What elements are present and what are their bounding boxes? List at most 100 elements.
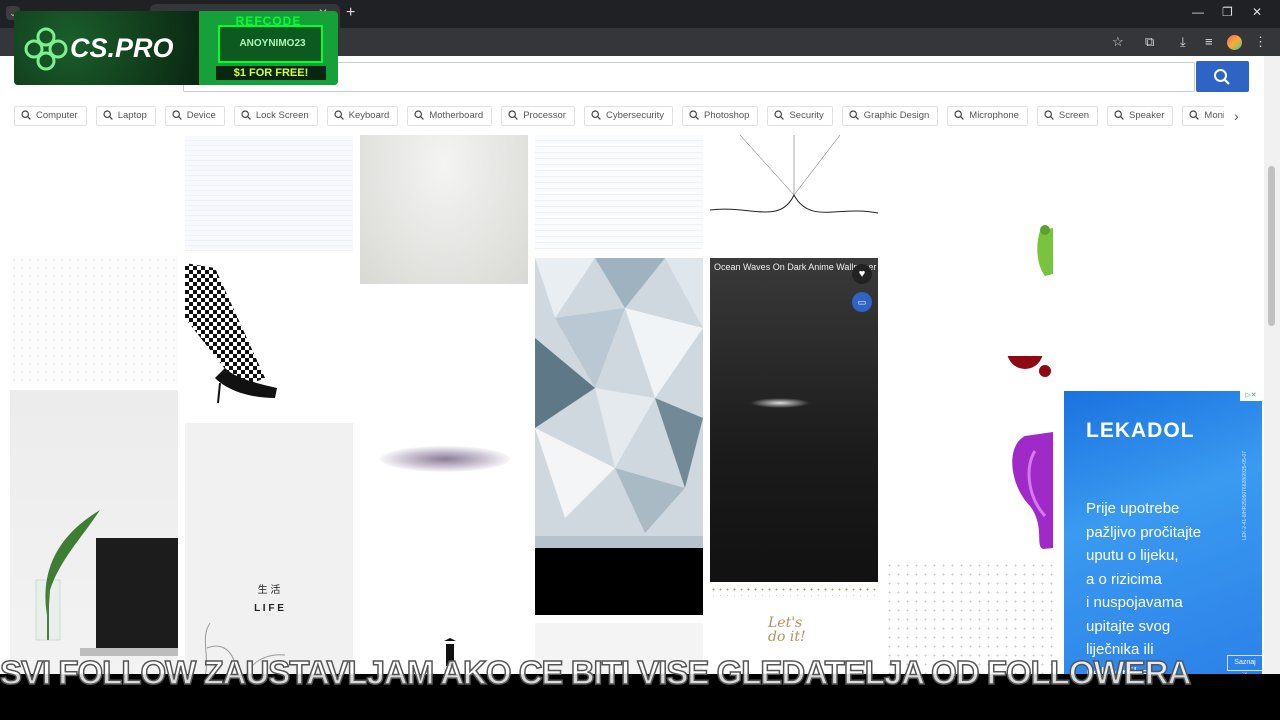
close-window-button[interactable]: ✕: [1252, 5, 1262, 19]
search-icon: [1214, 69, 1230, 85]
ad-line: pažljivo pročitajte: [1086, 523, 1202, 541]
wallpaper-card[interactable]: [10, 136, 178, 251]
search-icon: [954, 110, 965, 120]
checkered-legs-image: [185, 263, 277, 404]
category-chip[interactable]: Speaker: [1107, 106, 1174, 126]
wallpaper-card[interactable]: [885, 356, 1053, 586]
search-icon: [1114, 110, 1124, 120]
chip-label: Device: [186, 110, 216, 121]
ad-line: uputu o lijeku,: [1086, 547, 1179, 564]
search-icon: [21, 110, 31, 120]
ticker-text: SVI FOLLOW ZAUSTAVLJAM AKO CE BITI VISE …: [0, 653, 1192, 690]
ad-line: upitajte svog: [1086, 617, 1171, 635]
ad-line: i nuspojavama: [1086, 594, 1183, 611]
chip-label: Keyboard: [348, 110, 390, 121]
wallpaper-card[interactable]: [10, 256, 178, 384]
new-tab-button[interactable]: +: [346, 4, 355, 22]
chip-label: Monitor: [1204, 110, 1224, 121]
promo-banner[interactable]: CS.PRO REFCODE ANOYNIMO23 $1 FOR FREE!: [14, 11, 338, 85]
scrollbar-thumb[interactable]: [1268, 166, 1275, 326]
paint-splatter-image: [1007, 356, 1053, 549]
wallpaper-card[interactable]: [535, 135, 703, 249]
clover-icon: [24, 27, 68, 71]
search-icon: [334, 110, 344, 120]
stream-ticker: SVI FOLLOW ZAUSTAVLJAM AKO CE BITI VISE …: [0, 650, 1280, 690]
wallpaper-card[interactable]: [535, 258, 703, 615]
search-icon: [172, 110, 182, 120]
category-chip[interactable]: Security: [767, 106, 833, 126]
search-icon: [103, 110, 113, 120]
bookmark-star-icon[interactable]: ☆: [1112, 34, 1124, 50]
chip-label: Screen: [1058, 110, 1090, 121]
green-figure-image: [1037, 225, 1053, 276]
search-icon: [414, 110, 425, 120]
wallpaper-page: Computer Laptop Device Lock Screen Keyboard M…: [0, 56, 1264, 720]
search-icon: [774, 110, 785, 120]
search-icon: [1189, 110, 1200, 120]
ad-info-icon[interactable]: ▷✕: [1240, 391, 1262, 401]
search-icon: [508, 110, 519, 120]
wallpaper-card[interactable]: 生 活 L I F E: [185, 423, 353, 683]
chip-label: Motherboard: [429, 110, 484, 121]
folder-icon[interactable]: ▭: [852, 292, 872, 312]
search-icon: [241, 110, 251, 120]
promo-logo-area: CS.PRO: [14, 11, 199, 85]
profile-avatar[interactable]: [1227, 35, 1242, 50]
promo-offer: $1 FOR FREE!: [216, 66, 326, 80]
category-chip[interactable]: Microphone: [947, 106, 1028, 126]
laptop-plant-image: [35, 510, 178, 656]
category-chip[interactable]: Cybersecurity: [583, 106, 674, 126]
category-chip[interactable]: Monitor: [1182, 106, 1224, 126]
maximize-button[interactable]: ❐: [1222, 5, 1233, 19]
wallpaper-card[interactable]: [185, 136, 353, 251]
wallpaper-card-ocean-waves[interactable]: Ocean Waves On Dark Anime Wallpaper ♥ ▭: [710, 258, 878, 582]
category-chip[interactable]: Device: [164, 106, 225, 126]
advertisement[interactable]: ▷✕ LEKADOL LEK-2-41-8/HR2505076628/2025-…: [1064, 391, 1262, 681]
chip-label: Cybersecurity: [605, 110, 665, 121]
category-chip[interactable]: Laptop: [95, 106, 156, 126]
geometric-building-image: [535, 258, 703, 615]
browser-menu-icon[interactable]: ⋮: [1254, 34, 1267, 50]
wallpaper-card[interactable]: [185, 258, 353, 408]
extensions-icon[interactable]: ⧉: [1145, 34, 1154, 50]
wallpaper-card[interactable]: [710, 135, 878, 250]
refcode-value: ANOYNIMO23: [239, 38, 306, 49]
misty-forest-image: [380, 446, 510, 472]
wallpaper-card[interactable]: [885, 216, 1053, 356]
chevron-right-icon[interactable]: ›: [1234, 108, 1239, 124]
search-icon: [1044, 110, 1054, 120]
gold-dots: [710, 586, 878, 596]
abstract-lines-image: [710, 135, 878, 214]
chip-label: Security: [789, 110, 824, 121]
wave-crest: [750, 398, 810, 408]
ad-brand: LEKADOL: [1086, 419, 1195, 442]
flower-branch-image: [204, 622, 286, 679]
category-chip[interactable]: Keyboard: [326, 106, 399, 126]
category-chip[interactable]: Processor: [501, 106, 575, 126]
chip-label: Speaker: [1129, 110, 1165, 121]
category-chip[interactable]: Screen: [1036, 106, 1099, 126]
ad-line: a o rizicima: [1086, 570, 1162, 588]
media-icon[interactable]: ≡: [1205, 34, 1213, 49]
minimize-button[interactable]: —: [1192, 5, 1204, 19]
ad-line: Prije upotrebe: [1086, 500, 1180, 517]
category-chip[interactable]: Photoshop: [682, 106, 759, 126]
wallpaper-card[interactable]: [360, 296, 528, 556]
promo-code-area: REFCODE ANOYNIMO23 $1 FOR FREE!: [199, 11, 338, 85]
heart-icon[interactable]: ♥: [852, 264, 872, 284]
category-chip[interactable]: Graphic Design: [841, 106, 939, 126]
chip-label: Processor: [523, 110, 566, 121]
category-chip[interactable]: Motherboard: [407, 106, 493, 126]
wallpaper-card[interactable]: [360, 135, 528, 284]
chip-label: Computer: [36, 110, 78, 121]
chip-label: Graphic Design: [863, 110, 930, 121]
lets-do-it-text: Let's do it!: [768, 615, 806, 645]
search-icon: [849, 110, 859, 120]
search-button[interactable]: [1196, 61, 1249, 92]
category-chip[interactable]: Computer: [14, 106, 87, 126]
chip-label: Microphone: [969, 110, 1019, 121]
download-icon[interactable]: ⤓: [1180, 34, 1186, 50]
scrollbar[interactable]: [1264, 56, 1280, 674]
category-chip[interactable]: Lock Screen: [233, 106, 318, 126]
wallpaper-card[interactable]: [10, 390, 178, 680]
